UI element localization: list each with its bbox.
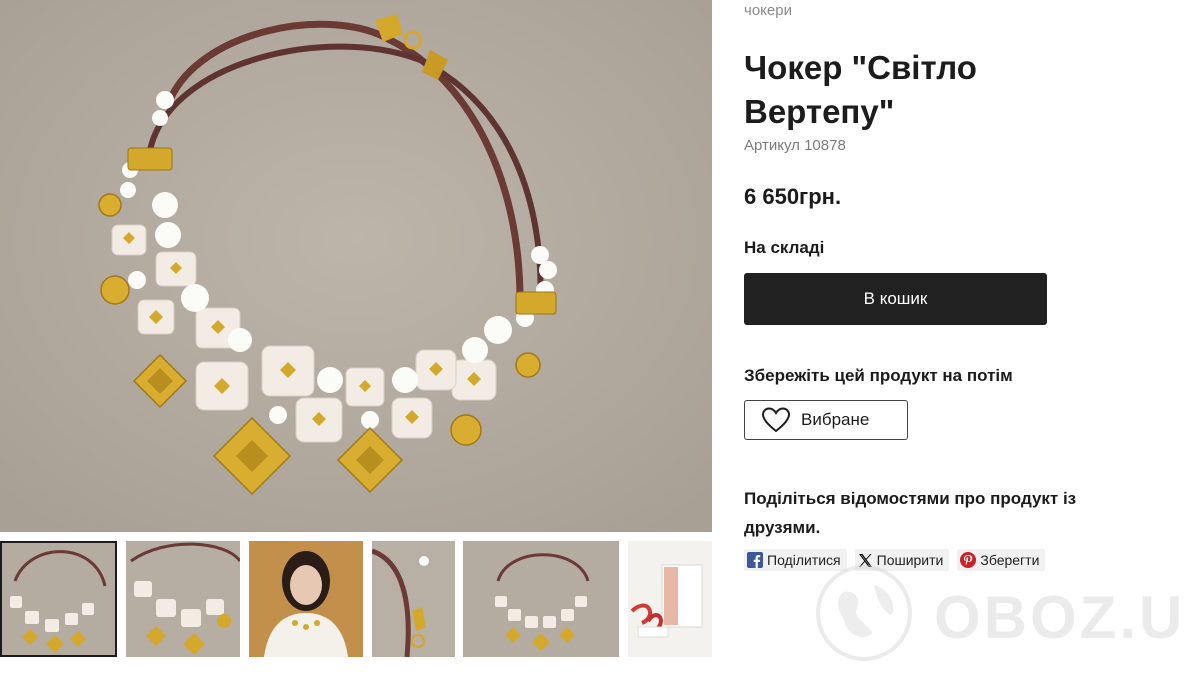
thumbnail-2[interactable]	[126, 541, 240, 657]
necklace-full-image	[463, 541, 619, 657]
globe-watermark-icon	[816, 565, 912, 661]
favorite-button[interactable]: Вибране	[744, 400, 908, 440]
thumbnail-4[interactable]	[372, 541, 455, 657]
heart-icon	[761, 407, 791, 433]
share-buttons: Поділитися Поширити Зберегти	[744, 549, 1046, 571]
gift-box-image	[628, 541, 712, 657]
pinterest-save-button[interactable]: Зберегти	[957, 549, 1046, 571]
thumbnail-6[interactable]	[628, 541, 712, 657]
x-logo-icon	[858, 553, 873, 568]
necklace-illustration	[0, 0, 712, 532]
pinterest-save-label: Зберегти	[980, 552, 1040, 568]
facebook-icon	[747, 552, 763, 568]
watermark-text: OBOZ.UA	[934, 584, 1185, 651]
x-share-label: Поширити	[876, 552, 944, 568]
necklace-thumbnail-image	[0, 541, 117, 657]
favorite-button-label: Вибране	[801, 410, 870, 429]
main-product-image[interactable]	[0, 0, 712, 532]
pinterest-icon	[960, 552, 977, 568]
facebook-share-button[interactable]: Поділитися	[744, 549, 847, 571]
thumbnail-1[interactable]	[0, 541, 117, 657]
watermark-logo: OBOZ.UA	[812, 563, 1185, 663]
x-share-button[interactable]: Поширити	[854, 549, 950, 571]
thumbnail-5[interactable]	[463, 541, 619, 657]
clasp-closeup-image	[372, 541, 455, 657]
share-heading: Поділіться відомостями про продукт із др…	[744, 489, 1077, 537]
model-photo-image	[249, 541, 363, 657]
product-sku: Артикул 10878	[744, 137, 846, 154]
thumbnail-3[interactable]	[249, 541, 363, 657]
add-to-cart-button[interactable]: В кошик	[744, 273, 1047, 325]
product-price: 6 650грн.	[744, 184, 842, 209]
save-for-later-heading: Збережіть цей продукт на потім	[744, 366, 1013, 385]
necklace-closeup-image	[126, 541, 240, 657]
product-title: Чокер "Світло Вертепу"	[744, 49, 977, 130]
breadcrumb-category[interactable]: чокери	[744, 2, 792, 19]
facebook-share-label: Поділитися	[767, 552, 841, 568]
stock-status: На складі	[744, 238, 825, 257]
thumbnail-strip	[0, 541, 712, 659]
